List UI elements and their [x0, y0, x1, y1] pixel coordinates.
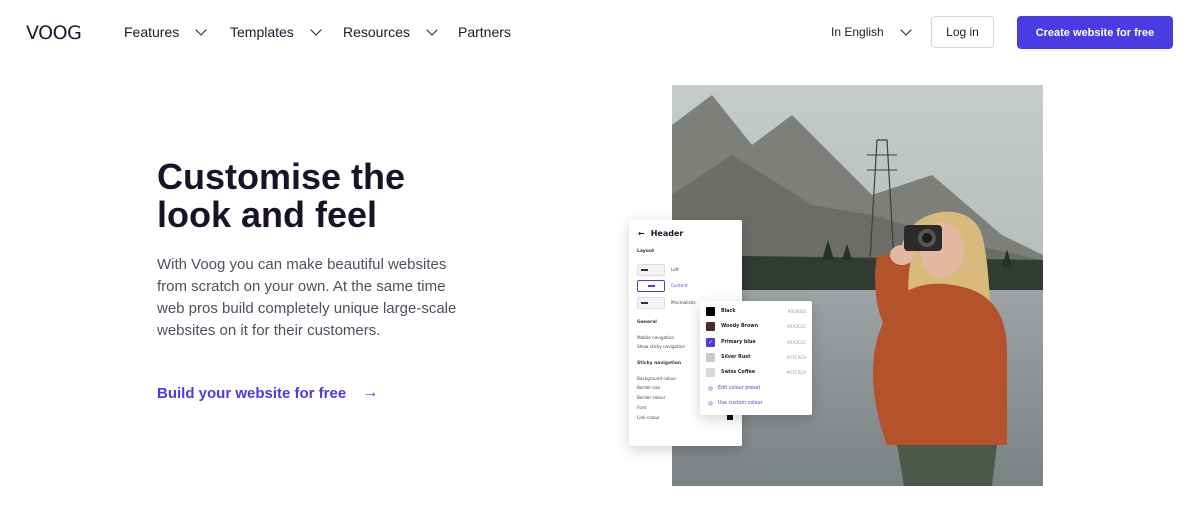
layout-option-minimalistic-label: Minimalistic [671, 300, 696, 305]
nav-features-label: Features [124, 24, 180, 40]
build-website-link[interactable]: Build your website for free → [157, 384, 378, 402]
colour-hex: #CFCACA [786, 354, 806, 360]
colour-swatch [706, 367, 715, 377]
link-colour-swatch[interactable] [727, 415, 733, 420]
edit-colour-preset-link[interactable]: Edit colour preset [708, 386, 760, 391]
nav-partners[interactable]: Partners [458, 24, 511, 40]
build-website-link-label: Build your website for free [157, 384, 347, 402]
panel-header: ← Header [638, 229, 683, 238]
hero-title: Customise the look and feel [157, 156, 406, 235]
language-label: In English [831, 25, 884, 39]
colour-swatch [706, 306, 715, 316]
nav-templates-label: Templates [230, 24, 294, 40]
colour-option-woody-brown[interactable]: Woody Brown #4A2C2C [706, 320, 806, 332]
nav-features[interactable]: Features [124, 24, 207, 40]
colour-swatch [706, 352, 715, 362]
mobile-navigation-setting[interactable]: Mobile navigation [637, 335, 674, 340]
arrow-left-icon[interactable]: ← [638, 229, 645, 238]
border-size-setting[interactable]: Border size [637, 385, 661, 390]
language-selector[interactable]: In English [831, 24, 912, 39]
colour-option-primary-blue[interactable]: ✓ Primary blue #4A2C2C [706, 336, 806, 348]
palette-icon [708, 401, 713, 406]
arrow-right-icon: → [362, 384, 379, 401]
nav-partners-label: Partners [458, 24, 511, 40]
login-button[interactable]: Log in [931, 16, 994, 48]
border-colour-setting[interactable]: Border colour [637, 395, 665, 400]
use-custom-colour-link[interactable]: Use custom colour [708, 401, 763, 406]
colour-name: Silver Rust [721, 354, 751, 360]
chevron-down-icon [426, 24, 438, 36]
colour-name: Primary blue [721, 339, 756, 345]
colour-hex: #000000 [787, 308, 806, 314]
general-heading: General [637, 320, 657, 325]
layout-option-content[interactable] [637, 280, 665, 292]
layout-option-left[interactable] [637, 264, 665, 276]
colour-option-swiss-coffee[interactable]: Swiss Coffee #CFCACA [706, 366, 806, 378]
colour-name: Woody Brown [721, 323, 759, 329]
font-setting[interactable]: Font [637, 405, 646, 410]
nav-resources-label: Resources [343, 24, 410, 40]
nav-templates[interactable]: Templates [230, 24, 322, 40]
chevron-down-icon [310, 24, 322, 36]
background-colour-setting[interactable]: Background colour [637, 376, 676, 381]
layout-option-content-label: Content [671, 283, 688, 288]
colour-hex: #4A2C2C [786, 323, 806, 329]
edit-colour-preset-label: Edit colour preset [718, 386, 761, 391]
edit-icon [708, 386, 713, 391]
colour-swatch [706, 321, 715, 331]
chevron-down-icon [900, 24, 912, 36]
layout-heading: Layout [637, 249, 655, 254]
colour-hex: #CFCACA [786, 369, 806, 375]
sticky-navigation-toggle[interactable]: Show sticky navigation [637, 344, 685, 349]
nav-resources[interactable]: Resources [343, 24, 438, 40]
colour-option-silver-rust[interactable]: Silver Rust #CFCACA [706, 351, 806, 363]
voog-logo[interactable]: VOOG [26, 22, 82, 44]
colour-hex: #4A2C2C [786, 339, 806, 345]
panel-title: Header [650, 229, 684, 238]
link-colour-setting[interactable]: Link colour [637, 415, 660, 420]
use-custom-colour-label: Use custom colour [718, 401, 763, 406]
colour-picker-popup: Black #000000 Woody Brown #4A2C2C ✓ Prim… [700, 301, 812, 415]
layout-option-minimalistic[interactable] [637, 297, 665, 309]
check-icon: ✓ [706, 337, 715, 347]
layout-option-left-label: Left [671, 267, 679, 272]
colour-option-black[interactable]: Black #000000 [706, 305, 806, 317]
hero-description: With Voog you can make beautiful website… [157, 256, 457, 339]
top-nav: VOOG Features Templates Resources Partne… [0, 0, 1200, 66]
sticky-heading: Sticky navigation [637, 361, 682, 366]
chevron-down-icon [195, 24, 207, 36]
colour-name: Swiss Coffee [721, 369, 756, 375]
create-website-button[interactable]: Create website for free [1017, 16, 1173, 49]
colour-name: Black [721, 308, 736, 314]
